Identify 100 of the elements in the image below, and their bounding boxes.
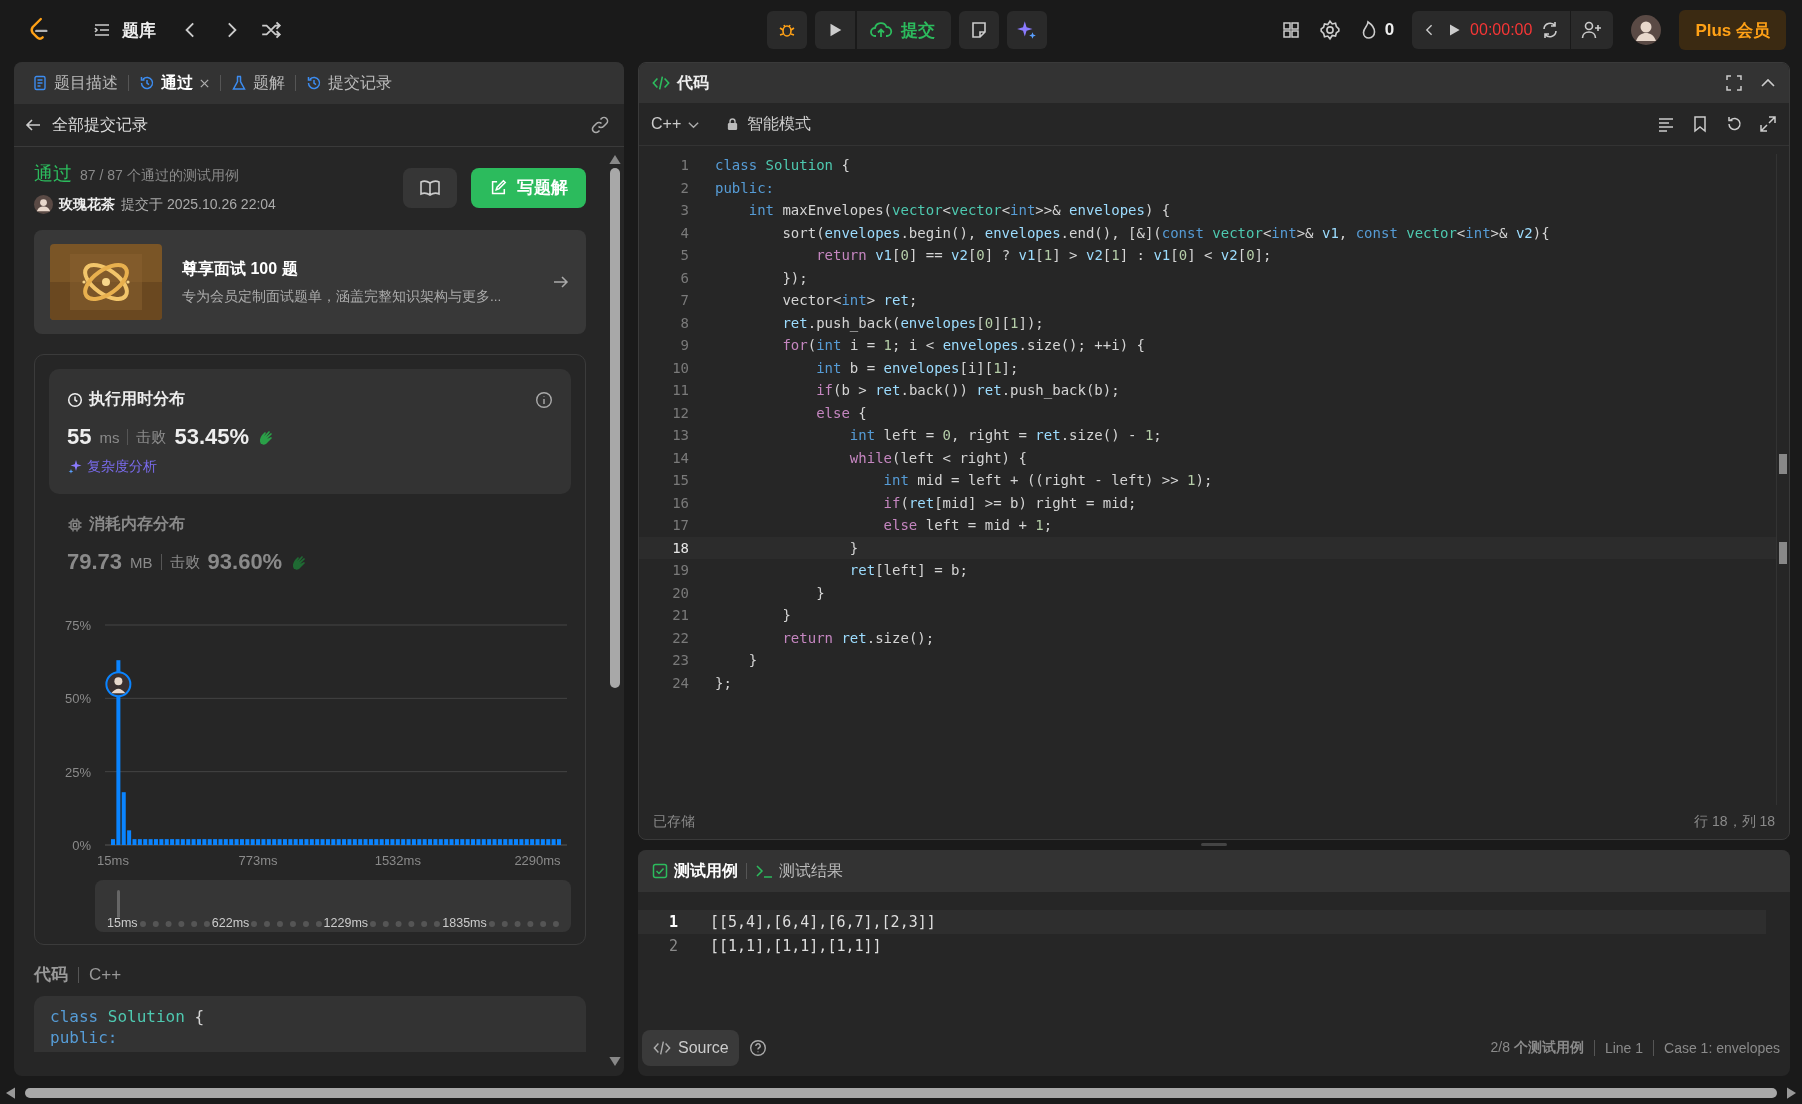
histogram-bar[interactable] (239, 839, 244, 845)
shuffle-icon[interactable] (260, 19, 282, 41)
scroll-up-icon[interactable] (609, 155, 621, 164)
panel-tab[interactable]: 测试结果 (755, 860, 843, 882)
layout-icon[interactable] (1280, 20, 1301, 40)
edit-icon (489, 178, 507, 197)
code-line: } (781, 607, 791, 624)
line-number: 19 (671, 562, 689, 579)
line-number: 13 (671, 427, 689, 444)
code-line: int left = 0, right = ret.size() - 1; (848, 427, 1162, 444)
code-line: else left = mid + 1; (882, 517, 1053, 534)
histogram-bar[interactable] (342, 839, 347, 845)
code-line: if(ret[mid] >= b) right = mid; (882, 494, 1137, 511)
section-title: 代码 (34, 964, 68, 986)
panel-tab[interactable]: 题解 (227, 68, 289, 98)
code-line: } (848, 539, 859, 556)
testcase-input[interactable]: [[1,1],[1,1],[1,1]] (710, 937, 882, 955)
code-line: if(b > ret.back()) ret.push_back(b); (815, 382, 1120, 399)
line-number: 9 (679, 337, 689, 354)
scroll-left-icon[interactable] (6, 1087, 15, 1099)
histogram-bar[interactable] (170, 839, 175, 845)
histogram-bar[interactable] (428, 839, 433, 845)
expand-icon[interactable] (1759, 115, 1777, 133)
help-icon[interactable] (748, 1039, 767, 1057)
histogram-bar[interactable] (368, 839, 373, 845)
line-number: 3 (679, 202, 689, 219)
histogram-bar[interactable] (299, 839, 304, 845)
source-button[interactable]: Source (642, 1030, 739, 1066)
settings-icon[interactable] (1318, 19, 1341, 41)
panel-tab[interactable]: 通过 (135, 68, 214, 98)
sparkle-icon (1016, 19, 1038, 41)
cloud-upload-icon (869, 20, 893, 40)
scroll-down-icon[interactable] (609, 1057, 621, 1066)
ai-assistant-button[interactable] (1007, 11, 1047, 49)
back-link[interactable]: 全部提交记录 (24, 114, 590, 136)
axis-label: 622ms (211, 916, 250, 930)
histogram-bar[interactable] (540, 839, 545, 845)
avatar (34, 195, 53, 214)
line-number: 16 (671, 494, 689, 511)
code-line: while(left < right) { (848, 449, 1027, 466)
avatar[interactable] (1631, 15, 1662, 45)
promo-title: 尊享面试 100 题 (182, 258, 299, 279)
histogram-bar[interactable] (385, 839, 390, 845)
histogram-bar[interactable] (411, 839, 416, 845)
chip-icon (67, 516, 83, 533)
bookmark-icon[interactable] (1691, 115, 1709, 133)
note-icon (969, 20, 989, 40)
line-number: 10 (671, 359, 689, 376)
histogram-bar[interactable] (213, 839, 218, 845)
histogram-bar[interactable] (282, 839, 287, 845)
language-dropdown[interactable]: C++ (651, 115, 701, 133)
link-icon[interactable] (590, 115, 610, 135)
axis-label: 50% (64, 691, 91, 707)
language-label: C++ (89, 964, 122, 985)
resize-handle[interactable] (1201, 843, 1227, 846)
code-line: ret[left] = b; (848, 562, 968, 579)
code-line: }; (715, 674, 732, 691)
axis-label: 75% (64, 618, 91, 633)
scrollbar[interactable] (1776, 154, 1789, 805)
format-icon[interactable] (1657, 115, 1675, 133)
memory-metric[interactable]: 消耗内存分布 79.73 MB 击败 93.60% (49, 494, 571, 593)
user-name[interactable]: 玫瑰花茶 (59, 195, 115, 214)
code-line: class Solution { (715, 157, 850, 174)
note-button[interactable] (959, 11, 999, 49)
streak-count: 0 (1384, 20, 1395, 40)
line-indicator: Line 1 (1604, 1040, 1644, 1056)
panel-tab[interactable]: 题目描述 (28, 68, 122, 98)
undo-icon[interactable] (1725, 115, 1743, 133)
code-line: class Solution { (50, 1006, 206, 1027)
runtime-metric[interactable]: 执行用时分布 55 ms 击败 53.45% 复杂度分析 (49, 369, 571, 494)
scroll-right-icon[interactable] (1787, 1087, 1796, 1099)
info-icon[interactable] (535, 390, 553, 409)
beats-label: 击败 (169, 552, 200, 572)
code-line: public: (50, 1027, 119, 1048)
debug-button[interactable] (767, 11, 807, 49)
promo-description: 专为会员定制面试题单，涵盖完整知识架构与更多... (182, 287, 503, 306)
histogram-bar[interactable] (497, 839, 502, 845)
panel-tab[interactable]: 测试用例 (652, 860, 738, 882)
panel-tab[interactable]: 提交记录 (302, 68, 396, 98)
unit-label: ms (99, 428, 120, 446)
line-number: 17 (671, 517, 689, 534)
promo-card[interactable]: 尊享面试 100 题 专为会员定制面试题单，涵盖完整知识架构与更多... (34, 230, 586, 334)
close-icon[interactable] (199, 77, 210, 89)
save-status: 已存储 (653, 813, 695, 831)
histogram-bar[interactable] (454, 839, 459, 845)
fullscreen-icon[interactable] (1725, 74, 1743, 92)
add-user-icon[interactable] (1581, 20, 1604, 40)
clock-icon (67, 391, 83, 408)
plus-membership-button[interactable]: Plus 会员 (1679, 10, 1786, 50)
mode-label[interactable]: 智能模式 (726, 113, 812, 135)
axis-label: 2290ms (514, 853, 561, 868)
notes-button[interactable] (403, 167, 457, 208)
histogram-bar[interactable] (325, 839, 330, 845)
histogram-bar[interactable] (256, 839, 261, 845)
logo-icon[interactable] (28, 17, 50, 43)
line-number: 12 (671, 404, 689, 421)
testcase-input[interactable]: [[5,4],[6,4],[6,7],[2,3]] (710, 913, 936, 931)
problem-list-button[interactable]: 题库 (86, 14, 162, 46)
code-line: ret.push_back(envelopes[0][1]); (781, 314, 1044, 331)
code-icon (652, 1039, 672, 1057)
